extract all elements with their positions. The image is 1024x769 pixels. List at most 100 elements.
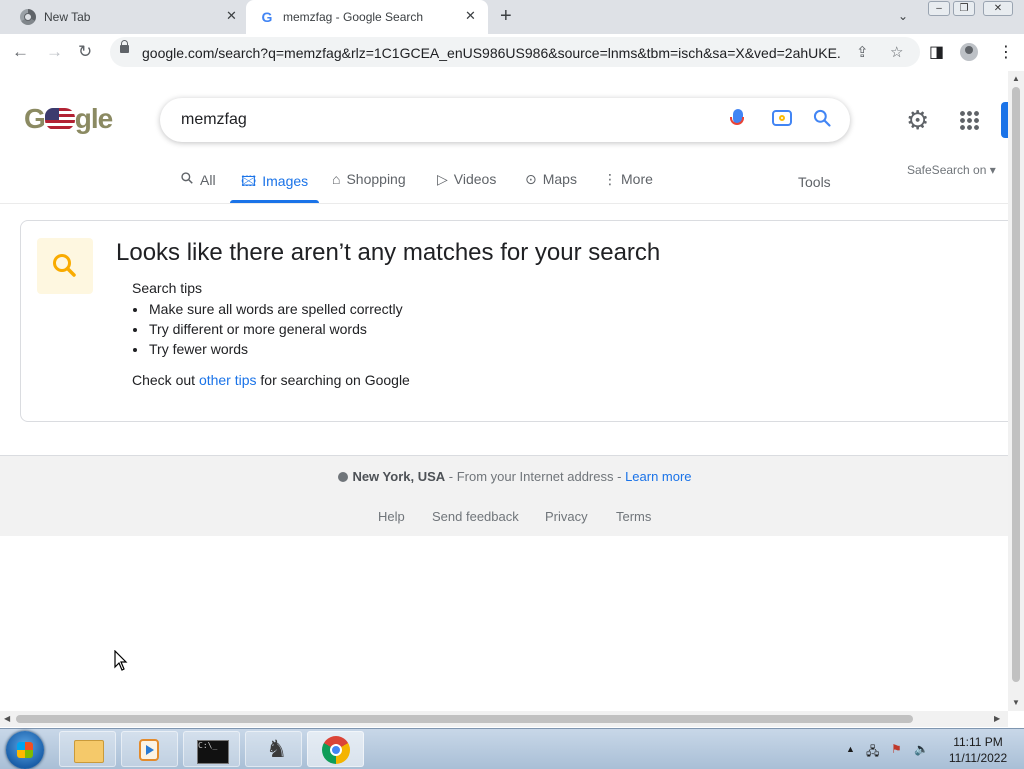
location-line: New York, USA - From your Internet addre… bbox=[0, 469, 1024, 484]
checkout-before: Check out bbox=[132, 372, 199, 388]
checkout-tips: Check out other tips for searching on Go… bbox=[132, 372, 410, 388]
google-results-page: Ggle memzfag ⚙ All 🖾 Images ⌂ Shopping ▷ Vi… bbox=[0, 71, 1020, 711]
vertical-scrollbar[interactable]: ▲ ▼ bbox=[1008, 71, 1024, 711]
network-icon[interactable]: 🖧 bbox=[866, 742, 879, 763]
horizontal-scrollbar[interactable]: ◀ ▶ bbox=[0, 711, 1008, 727]
safesearch-label: SafeSearch on bbox=[907, 163, 987, 177]
windows-taskbar: C:\_ ♞ ▲ 🖧 ⚑ 🔈 11:11 PM 11/11/2022 bbox=[0, 728, 1024, 769]
map-pin-icon: ⊙ bbox=[525, 171, 537, 187]
start-button[interactable] bbox=[6, 731, 44, 769]
new-tab-button[interactable]: + bbox=[500, 6, 512, 26]
scroll-right-arrow-icon[interactable]: ▶ bbox=[994, 714, 1000, 723]
folder-icon bbox=[74, 740, 104, 763]
microphone-icon[interactable] bbox=[730, 109, 744, 125]
show-hidden-icons-icon[interactable]: ▲ bbox=[846, 744, 855, 754]
mouse-cursor-icon bbox=[114, 650, 128, 671]
share-icon[interactable]: ⇪ bbox=[856, 43, 869, 61]
minimize-button[interactable]: ‒ bbox=[928, 1, 950, 16]
safesearch-dropdown[interactable]: SafeSearch on ▾ bbox=[907, 163, 996, 177]
lock-icon[interactable] bbox=[120, 40, 129, 53]
other-tips-link[interactable]: other tips bbox=[199, 372, 257, 388]
scrollbar-thumb[interactable] bbox=[1012, 87, 1020, 682]
tools-button[interactable]: Tools bbox=[798, 174, 831, 190]
taskbar-command-prompt[interactable]: C:\_ bbox=[183, 731, 240, 767]
sign-in-button[interactable] bbox=[1001, 102, 1008, 138]
apps-grid-icon[interactable] bbox=[959, 110, 979, 130]
restore-button[interactable]: ❐ bbox=[953, 1, 975, 16]
play-icon: ▷ bbox=[437, 171, 448, 187]
tab-new-tab[interactable]: New Tab ✕ bbox=[0, 0, 246, 34]
tab-label: All bbox=[200, 172, 216, 188]
side-panel-icon[interactable]: ◨ bbox=[929, 42, 944, 62]
location-text: New York, USA bbox=[352, 469, 446, 484]
scrollbar-thumb[interactable] bbox=[16, 715, 913, 723]
footer-link-terms[interactable]: Terms bbox=[616, 509, 651, 524]
command-prompt-icon: C:\_ bbox=[197, 740, 229, 764]
tab-search-chevron-icon[interactable]: ⌄ bbox=[898, 9, 908, 23]
kebab-menu-icon[interactable]: ⋮ bbox=[998, 42, 1014, 62]
camera-lens-icon[interactable] bbox=[772, 110, 792, 126]
tab-images[interactable]: 🖾 Images bbox=[241, 171, 308, 195]
no-results-icon-box bbox=[37, 238, 93, 294]
tab-all[interactable]: All bbox=[180, 171, 216, 188]
action-center-flag-icon[interactable]: ⚑ bbox=[891, 742, 902, 756]
search-icon bbox=[181, 172, 193, 184]
browser-toolbar: ← → ↻ google.com/search?q=memzfag&rlz=1C… bbox=[0, 34, 1024, 72]
location-note: - From your Internet address - bbox=[445, 469, 626, 484]
system-clock[interactable]: 11:11 PM 11/11/2022 bbox=[938, 734, 1018, 766]
close-tab-icon[interactable]: ✕ bbox=[465, 8, 476, 24]
volume-icon[interactable]: 🔈 bbox=[914, 742, 929, 756]
more-vert-icon: ⋮ bbox=[603, 171, 617, 187]
active-tab-indicator bbox=[230, 200, 319, 203]
reload-icon[interactable]: ↻ bbox=[78, 42, 92, 62]
footer: New York, USA - From your Internet addre… bbox=[0, 455, 1008, 536]
footer-link-send-feedback[interactable]: Send feedback bbox=[432, 509, 519, 524]
profile-icon[interactable] bbox=[960, 43, 978, 61]
flag-doodle-icon bbox=[44, 108, 75, 130]
tab-more[interactable]: ⋮ More bbox=[603, 171, 653, 188]
list-item: Try fewer words bbox=[148, 339, 403, 359]
taskbar-file-explorer[interactable] bbox=[59, 731, 116, 767]
scroll-down-arrow-icon[interactable]: ▼ bbox=[1012, 698, 1020, 707]
tab-maps[interactable]: ⊙ Maps bbox=[525, 171, 577, 188]
google-doodle-logo[interactable]: Ggle bbox=[24, 103, 113, 135]
star-icon[interactable]: ☆ bbox=[890, 43, 903, 61]
tab-label: Shopping bbox=[346, 171, 406, 187]
search-box[interactable]: memzfag bbox=[160, 98, 850, 142]
gear-icon[interactable]: ⚙ bbox=[906, 105, 929, 135]
tab-label: Videos bbox=[453, 171, 497, 187]
tab-label: Images bbox=[262, 173, 309, 189]
scroll-up-arrow-icon[interactable]: ▲ bbox=[1012, 74, 1020, 83]
close-tab-icon[interactable]: ✕ bbox=[226, 8, 237, 24]
location-dot-icon bbox=[338, 472, 349, 482]
chess-icon: ♞ bbox=[266, 736, 288, 763]
address-bar[interactable]: google.com/search?q=memzfag&rlz=1C1GCEA_… bbox=[110, 37, 920, 67]
footer-link-help[interactable]: Help bbox=[378, 509, 405, 524]
tab-label: More bbox=[621, 171, 653, 187]
forward-arrow-icon[interactable]: → bbox=[46, 42, 63, 62]
tab-shopping[interactable]: ⌂ Shopping bbox=[332, 171, 406, 187]
list-item: Make sure all words are spelled correctl… bbox=[148, 299, 403, 319]
tab-google-search[interactable]: G memzfag - Google Search ✕ bbox=[246, 0, 488, 34]
back-arrow-icon[interactable]: ← bbox=[12, 42, 29, 62]
learn-more-link[interactable]: Learn more bbox=[625, 469, 691, 484]
search-type-tabs: All 🖾 Images ⌂ Shopping ▷ Videos ⊙ Maps ⋮ Mor… bbox=[0, 161, 1008, 204]
logo-text: gle bbox=[74, 103, 113, 134]
search-input[interactable]: memzfag bbox=[181, 111, 247, 129]
footer-link-privacy[interactable]: Privacy bbox=[545, 509, 588, 524]
tab-title: New Tab bbox=[44, 10, 91, 24]
chrome-icon bbox=[322, 736, 350, 764]
tips-list: Make sure all words are spelled correctl… bbox=[132, 299, 403, 359]
checkout-after: for searching on Google bbox=[256, 372, 410, 388]
no-results-title: Looks like there aren’t any matches for … bbox=[116, 239, 661, 266]
search-icon[interactable] bbox=[812, 108, 832, 128]
google-favicon-icon: G bbox=[261, 9, 273, 25]
tab-videos[interactable]: ▷ Videos bbox=[437, 171, 496, 188]
tab-title: memzfag - Google Search bbox=[283, 10, 424, 24]
close-window-button[interactable]: ✕ bbox=[983, 1, 1013, 16]
url-text[interactable]: google.com/search?q=memzfag&rlz=1C1GCEA_… bbox=[142, 45, 842, 61]
taskbar-chrome[interactable] bbox=[307, 731, 364, 767]
taskbar-chess[interactable]: ♞ bbox=[245, 731, 302, 767]
taskbar-media-player[interactable] bbox=[121, 731, 178, 767]
scroll-left-arrow-icon[interactable]: ◀ bbox=[4, 714, 10, 723]
